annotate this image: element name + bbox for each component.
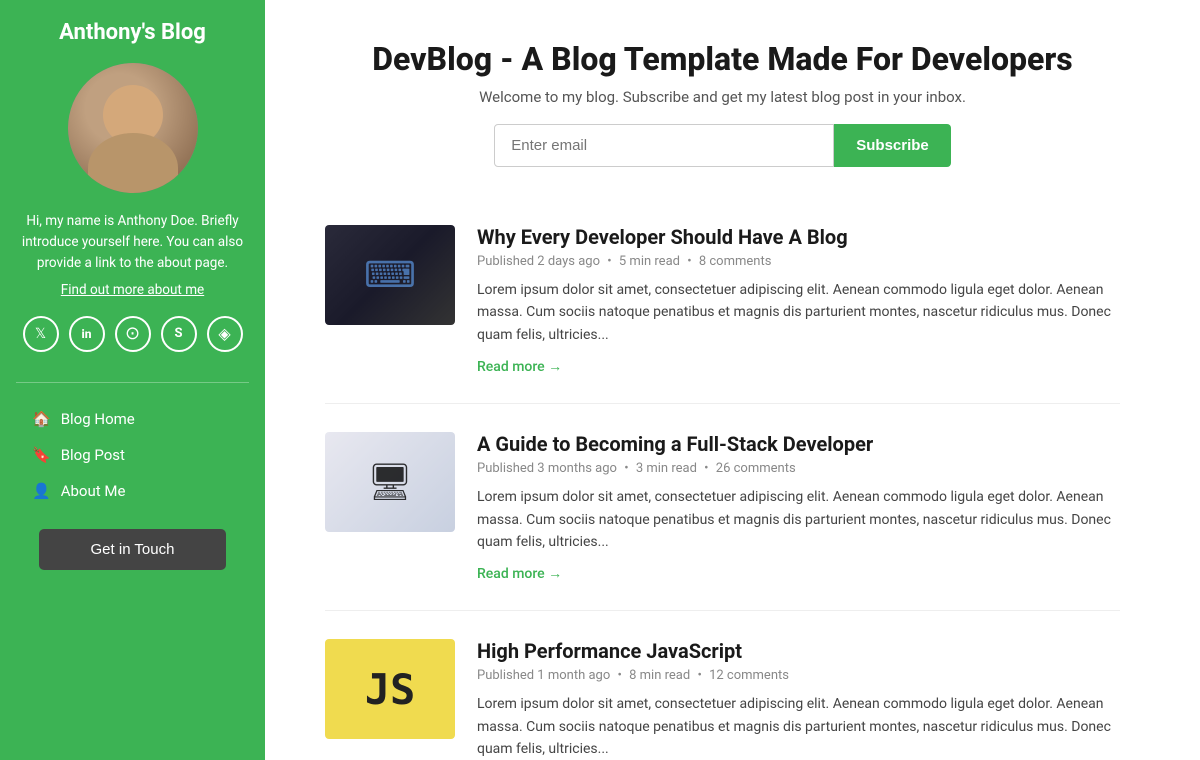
post-comments-1: 8 comments (699, 254, 772, 269)
post-published-1: Published 2 days ago (477, 254, 600, 269)
social-icons: 𝕏 in ⊙ S ◈ (23, 316, 243, 352)
post-content-3: High Performance JavaScript Published 1 … (477, 639, 1120, 760)
post-thumbnail-1 (325, 225, 455, 325)
post-comments-3: 12 comments (709, 668, 789, 683)
post-title-2: A Guide to Becoming a Full-Stack Develop… (477, 432, 1120, 456)
nav-about-me-label: About Me (61, 482, 126, 500)
sidebar-item-blog-home[interactable]: 🏠 Blog Home (16, 401, 249, 437)
posts-list: Why Every Developer Should Have A Blog P… (325, 197, 1120, 760)
post-excerpt-2: Lorem ipsum dolor sit amet, consectetuer… (477, 486, 1120, 553)
linkedin-icon[interactable]: in (69, 316, 105, 352)
nav-blog-home-label: Blog Home (61, 410, 135, 428)
home-icon: 🏠 (32, 410, 51, 428)
post-item: Why Every Developer Should Have A Blog P… (325, 197, 1120, 404)
post-content-2: A Guide to Becoming a Full-Stack Develop… (477, 432, 1120, 582)
main-subtitle: Welcome to my blog. Subscribe and get my… (325, 88, 1120, 106)
sidebar-bio: Hi, my name is Anthony Doe. Briefly intr… (16, 211, 249, 274)
nav-blog-post-label: Blog Post (61, 446, 125, 464)
post-read-1: 5 min read (619, 254, 680, 269)
post-meta-2: Published 3 months ago • 3 min read • 26… (477, 461, 1120, 476)
js-logo: JS (365, 665, 416, 714)
post-title-3: High Performance JavaScript (477, 639, 1120, 663)
main-content: DevBlog - A Blog Template Made For Devel… (265, 0, 1200, 760)
subscribe-button[interactable]: Subscribe (834, 124, 951, 167)
post-read-2: 3 min read (636, 461, 697, 476)
subscribe-form: Subscribe (325, 124, 1120, 167)
post-published-3: Published 1 month ago (477, 668, 610, 683)
post-comments-2: 26 comments (716, 461, 796, 476)
email-input[interactable] (494, 124, 834, 167)
post-meta-1: Published 2 days ago • 5 min read • 8 co… (477, 254, 1120, 269)
sidebar: Anthony's Blog Hi, my name is Anthony Do… (0, 0, 265, 760)
post-published-2: Published 3 months ago (477, 461, 617, 476)
blog-title: Anthony's Blog (59, 20, 206, 45)
sidebar-item-blog-post[interactable]: 🔖 Blog Post (16, 437, 249, 473)
stackoverflow-icon[interactable]: S (161, 316, 197, 352)
read-more-2[interactable]: Read more → (477, 566, 562, 582)
sidebar-item-about-me[interactable]: 👤 About Me (16, 473, 249, 509)
post-item: JS High Performance JavaScript Published… (325, 611, 1120, 760)
bookmark-icon: 🔖 (32, 446, 51, 464)
main-title: DevBlog - A Blog Template Made For Devel… (325, 40, 1120, 78)
main-header: DevBlog - A Blog Template Made For Devel… (325, 40, 1120, 167)
post-thumbnail-3: JS (325, 639, 455, 739)
nav-section: 🏠 Blog Home 🔖 Blog Post 👤 About Me (16, 382, 249, 509)
codepen-icon[interactable]: ◈ (207, 316, 243, 352)
user-icon: 👤 (32, 482, 51, 500)
post-excerpt-1: Lorem ipsum dolor sit amet, consectetuer… (477, 279, 1120, 346)
post-thumbnail-2 (325, 432, 455, 532)
read-more-1[interactable]: Read more → (477, 359, 562, 375)
post-excerpt-3: Lorem ipsum dolor sit amet, consectetuer… (477, 693, 1120, 760)
twitter-icon[interactable]: 𝕏 (23, 316, 59, 352)
post-content-1: Why Every Developer Should Have A Blog P… (477, 225, 1120, 375)
post-title-1: Why Every Developer Should Have A Blog (477, 225, 1120, 249)
about-link[interactable]: Find out more about me (61, 282, 204, 298)
github-icon[interactable]: ⊙ (115, 316, 151, 352)
post-meta-3: Published 1 month ago • 8 min read • 12 … (477, 668, 1120, 683)
get-in-touch-button[interactable]: Get in Touch (39, 529, 225, 570)
post-item: A Guide to Becoming a Full-Stack Develop… (325, 404, 1120, 611)
post-read-3: 8 min read (629, 668, 690, 683)
avatar (68, 63, 198, 193)
